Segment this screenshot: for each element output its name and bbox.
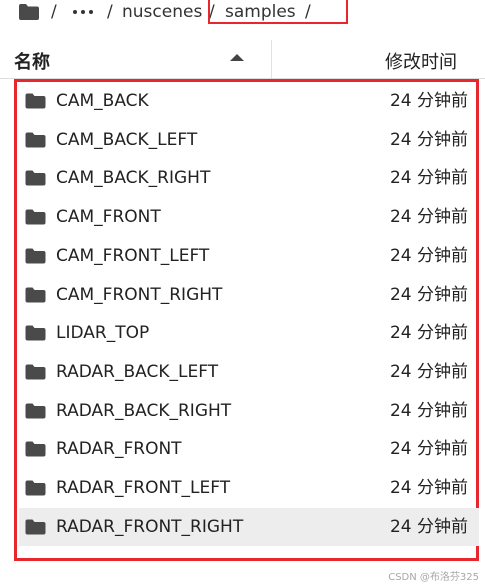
folder-icon: [25, 248, 46, 264]
list-item[interactable]: CAM_FRONT 24 分钟前: [19, 198, 479, 236]
file-name: CAM_FRONT: [56, 207, 161, 228]
file-name: CAM_BACK_RIGHT: [56, 168, 211, 189]
folder-icon: [25, 93, 46, 109]
file-modified: 24 分钟前: [389, 439, 468, 460]
file-list: CAM_BACK 24 分钟前 CAM_BACK_LEFT 24 分钟前 CAM_BAC…: [14, 79, 479, 561]
file-name: CAM_FRONT_LEFT: [56, 245, 210, 266]
folder-icon: [25, 287, 46, 303]
file-name: CAM_BACK: [56, 91, 149, 111]
folder-icon[interactable]: [18, 3, 40, 21]
sort-ascending-icon[interactable]: [230, 54, 244, 61]
breadcrumb: / / nuscenes / samples /: [0, 0, 485, 26]
list-item[interactable]: CAM_BACK 24 分钟前: [19, 82, 479, 120]
breadcrumb-separator: /: [107, 2, 113, 22]
folder-icon: [25, 403, 46, 419]
file-modified: 24 分钟前: [389, 284, 468, 305]
folder-icon: [25, 364, 46, 380]
file-name: RADAR_BACK_LEFT: [56, 361, 219, 382]
folder-icon: [25, 519, 46, 535]
file-name: CAM_FRONT_RIGHT: [56, 284, 223, 305]
file-modified: 24 分钟前: [389, 91, 468, 111]
list-item[interactable]: CAM_BACK_RIGHT 24 分钟前: [19, 159, 479, 197]
column-header-modified[interactable]: 修改时间: [385, 48, 457, 74]
file-browser: / / nuscenes / samples / 名称 修改时间 CAM_BAC…: [0, 0, 485, 587]
folder-icon: [25, 441, 46, 457]
list-item[interactable]: CAM_FRONT_RIGHT 24 分钟前: [19, 276, 479, 314]
list-item[interactable]: RADAR_BACK_RIGHT 24 分钟前: [19, 392, 479, 430]
breadcrumb-separator: /: [51, 2, 57, 22]
column-header: 名称 修改时间: [0, 40, 485, 79]
list-item[interactable]: RADAR_FRONT_LEFT 24 分钟前: [19, 469, 479, 507]
file-name: RADAR_FRONT_RIGHT: [56, 516, 244, 537]
breadcrumb-item-nuscenes[interactable]: nuscenes: [122, 1, 202, 23]
file-name: RADAR_FRONT_LEFT: [56, 478, 231, 498]
list-item[interactable]: RADAR_FRONT_RIGHT 24 分钟前: [19, 507, 479, 546]
folder-icon: [25, 170, 46, 186]
column-header-name[interactable]: 名称: [14, 48, 50, 74]
list-item[interactable]: RADAR_FRONT 24 分钟前: [19, 430, 479, 468]
file-modified: 24 分钟前: [389, 361, 468, 382]
file-name: RADAR_FRONT: [56, 439, 182, 460]
file-name: LIDAR_TOP: [56, 323, 150, 344]
file-modified: 24 分钟前: [389, 478, 468, 498]
list-item[interactable]: RADAR_BACK_LEFT 24 分钟前: [19, 353, 479, 391]
ellipsis-icon[interactable]: [71, 8, 95, 16]
list-item[interactable]: CAM_FRONT_LEFT 24 分钟前: [19, 237, 479, 275]
folder-icon: [25, 480, 46, 496]
file-modified: 24 分钟前: [389, 516, 468, 537]
highlight-box: [208, 0, 348, 24]
file-modified: 24 分钟前: [389, 129, 468, 150]
file-name: RADAR_BACK_RIGHT: [56, 400, 232, 421]
file-name: CAM_BACK_LEFT: [56, 129, 198, 150]
folder-icon: [25, 325, 46, 341]
file-modified: 24 分钟前: [389, 168, 468, 189]
list-item[interactable]: LIDAR_TOP 24 分钟前: [19, 314, 479, 352]
file-modified: 24 分钟前: [389, 245, 468, 266]
list-item[interactable]: CAM_BACK_LEFT 24 分钟前: [19, 121, 479, 159]
watermark: CSDN @布洛芬325: [388, 572, 479, 583]
file-modified: 24 分钟前: [389, 207, 468, 228]
folder-icon: [25, 209, 46, 225]
file-modified: 24 分钟前: [389, 323, 468, 344]
folder-icon: [25, 132, 46, 148]
column-divider[interactable]: [271, 40, 272, 78]
file-modified: 24 分钟前: [389, 400, 468, 421]
